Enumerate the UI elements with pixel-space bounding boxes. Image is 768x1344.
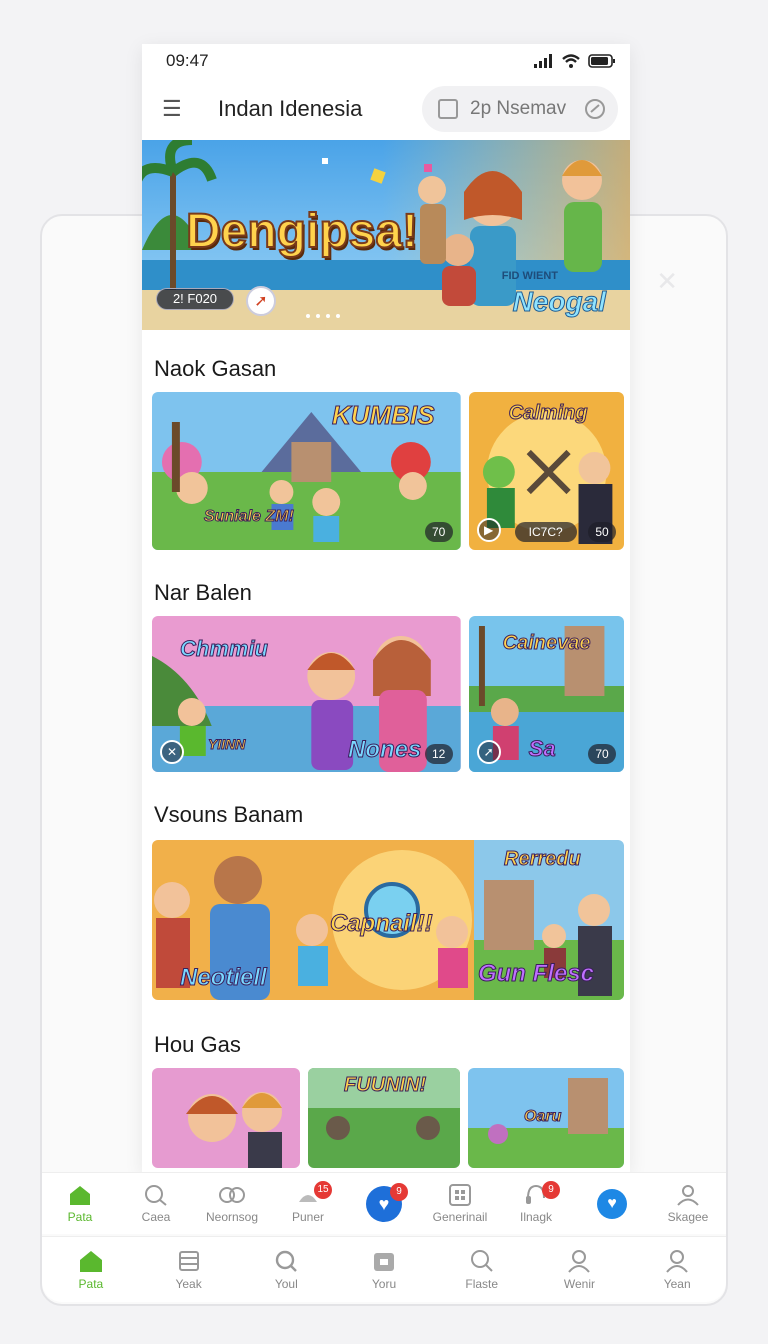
- page-title: Indan Idenesia: [218, 96, 363, 121]
- card-row: Capnail!! Neotiell Rerredu Gun Flesc: [142, 840, 630, 1000]
- nav-item-likes[interactable]: ♥: [574, 1173, 650, 1234]
- card-tag: YIINN: [207, 736, 246, 753]
- card-title: KUMBIS: [332, 400, 436, 431]
- battery-icon: [588, 54, 615, 68]
- app-bar: ☰ Indan Idenesia 2p Nsemav: [142, 78, 630, 140]
- game-card[interactable]: Capnail!! Neotiell: [152, 840, 474, 1000]
- box-icon: [374, 1252, 395, 1271]
- status-bar: 09:47: [142, 44, 630, 78]
- play-icon[interactable]: ▶: [476, 518, 501, 542]
- nav-item-wenir[interactable]: Wenir: [531, 1237, 629, 1302]
- section-title: Nar Balen: [154, 580, 252, 605]
- nav-item-home[interactable]: Pata: [42, 1237, 140, 1302]
- menu-icon[interactable]: ☰: [162, 96, 182, 122]
- screen: ✕ 09:47 ☰ Indan Idenesia 2p Nsemav Dengi…: [0, 0, 768, 1344]
- play-icon[interactable]: ➚: [476, 740, 501, 764]
- hero-subtitle-small: FID WIENT: [501, 270, 558, 282]
- card-row: FUUNIN! Oaru: [142, 1068, 630, 1168]
- card-count-badge: 50: [588, 522, 616, 542]
- hero-banner[interactable]: Dengipsa! FID WIENT Neogal 2! F020 ➚: [142, 140, 630, 330]
- hero-info-chip[interactable]: 2! F020: [156, 288, 234, 310]
- game-card[interactable]: KUMBIS Suniale ZM! 70: [152, 392, 461, 550]
- hero-subtitle: Neogal: [512, 286, 606, 318]
- wifi-icon: [562, 54, 580, 68]
- search-placeholder: 2p Nsemav: [470, 98, 567, 119]
- nav-item-yoru[interactable]: Yoru: [335, 1237, 433, 1302]
- nav-item-profile[interactable]: Skagee: [650, 1173, 726, 1234]
- grid-icon: [449, 1183, 471, 1206]
- card-subtitle: Suniale ZM!: [204, 508, 295, 526]
- card-row: Chmmiu YIINN Nones ✕ 12 Cainevae Sa ➚ 70: [142, 616, 630, 772]
- card-subtitle: Gun Flesc: [477, 960, 595, 988]
- nav-item-favorites[interactable]: ♥ 9: [346, 1173, 422, 1234]
- card-art: [152, 1068, 300, 1168]
- card-title: Chmmiu: [180, 636, 269, 662]
- user-icon: [666, 1249, 688, 1273]
- section-title: Vsouns Banam: [154, 802, 304, 827]
- nav-item-search[interactable]: Caea: [118, 1173, 194, 1234]
- search-icon: [145, 1184, 167, 1206]
- game-card[interactable]: Calming ▶ IC7C? 50: [468, 392, 624, 550]
- game-card[interactable]: Oaru: [468, 1068, 624, 1168]
- card-subtitle: Sa: [528, 736, 556, 762]
- nav-item-home[interactable]: Pata: [42, 1173, 118, 1234]
- card-title: Oaru: [523, 1108, 562, 1126]
- carousel-dots[interactable]: [306, 314, 340, 318]
- card-count-badge: 70: [588, 744, 616, 764]
- card-title: Rerredu: [504, 848, 582, 871]
- game-card[interactable]: Chmmiu YIINN Nones ✕ 12: [152, 616, 461, 772]
- card-title: Cainevae: [502, 632, 591, 655]
- home-icon: [70, 1185, 90, 1205]
- nav-item-flaste[interactable]: Flaste: [433, 1237, 531, 1302]
- card-title: Calming: [508, 402, 588, 425]
- bottom-nav-secondary: Pata Yeak Youl Yoru Flaste Wenir Yean: [42, 1236, 726, 1302]
- card-title: FUUNIN!: [343, 1074, 427, 1097]
- bottom-nav-primary: Pata Caea Neornsog 15 Puner ♥ 9 Generina…: [42, 1172, 726, 1234]
- close-icon[interactable]: ✕: [656, 266, 678, 297]
- link-icon: [219, 1186, 245, 1203]
- game-card[interactable]: Rerredu Gun Flesc: [474, 840, 624, 1000]
- play-icon[interactable]: ✕: [160, 740, 184, 764]
- nav-item-puner[interactable]: 15 Puner: [270, 1173, 346, 1234]
- status-time: 09:47: [166, 51, 209, 70]
- game-card[interactable]: FUUNIN!: [308, 1068, 460, 1168]
- card-count-badge: 70: [424, 522, 453, 542]
- home-icon: [79, 1250, 102, 1272]
- nav-item-support[interactable]: 9 Ilnagk: [498, 1173, 574, 1234]
- user-icon: [677, 1184, 699, 1206]
- nav-item-general[interactable]: Generinail: [422, 1173, 498, 1234]
- notification-badge: 9: [390, 1183, 408, 1201]
- user-icon: [568, 1249, 591, 1273]
- magnifier-icon: [276, 1250, 298, 1272]
- hero-title: Dengipsa!: [185, 204, 419, 259]
- signal-icon: [534, 54, 552, 68]
- app-window: 09:47 ☰ Indan Idenesia 2p Nsemav Dengips…: [142, 44, 630, 1172]
- card-count-badge: 12: [424, 744, 453, 764]
- nav-item-yeak[interactable]: Yeak: [140, 1237, 238, 1302]
- card-subtitle: Nones: [347, 736, 422, 764]
- nav-item-link[interactable]: Neornsog: [194, 1173, 270, 1234]
- filter-icon[interactable]: [584, 98, 606, 120]
- image-search-icon: [438, 99, 458, 119]
- card-row: KUMBIS Suniale ZM! 70 Calming ▶ IC7C? 50: [142, 392, 630, 550]
- game-card[interactable]: Cainevae Sa ➚ 70: [468, 616, 624, 772]
- nav-item-yean[interactable]: Yean: [628, 1237, 726, 1302]
- hero-action-button[interactable]: ➚: [246, 286, 276, 316]
- section-title: Naok Gasan: [154, 356, 277, 381]
- card-chip: IC7C?: [514, 522, 577, 542]
- heart-icon: ♥: [597, 1188, 627, 1219]
- game-card[interactable]: [152, 1068, 300, 1168]
- notification-badge: 15: [314, 1181, 332, 1199]
- stack-icon: [178, 1250, 199, 1271]
- card-title: Capnail!!: [330, 910, 434, 938]
- notification-badge: 9: [542, 1181, 560, 1199]
- card-subtitle: Neotiell: [180, 964, 268, 992]
- search-input[interactable]: 2p Nsemav: [422, 86, 618, 132]
- section-title: Hou Gas: [154, 1032, 241, 1057]
- search-icon: [470, 1249, 493, 1272]
- nav-item-youl[interactable]: Youl: [237, 1237, 335, 1302]
